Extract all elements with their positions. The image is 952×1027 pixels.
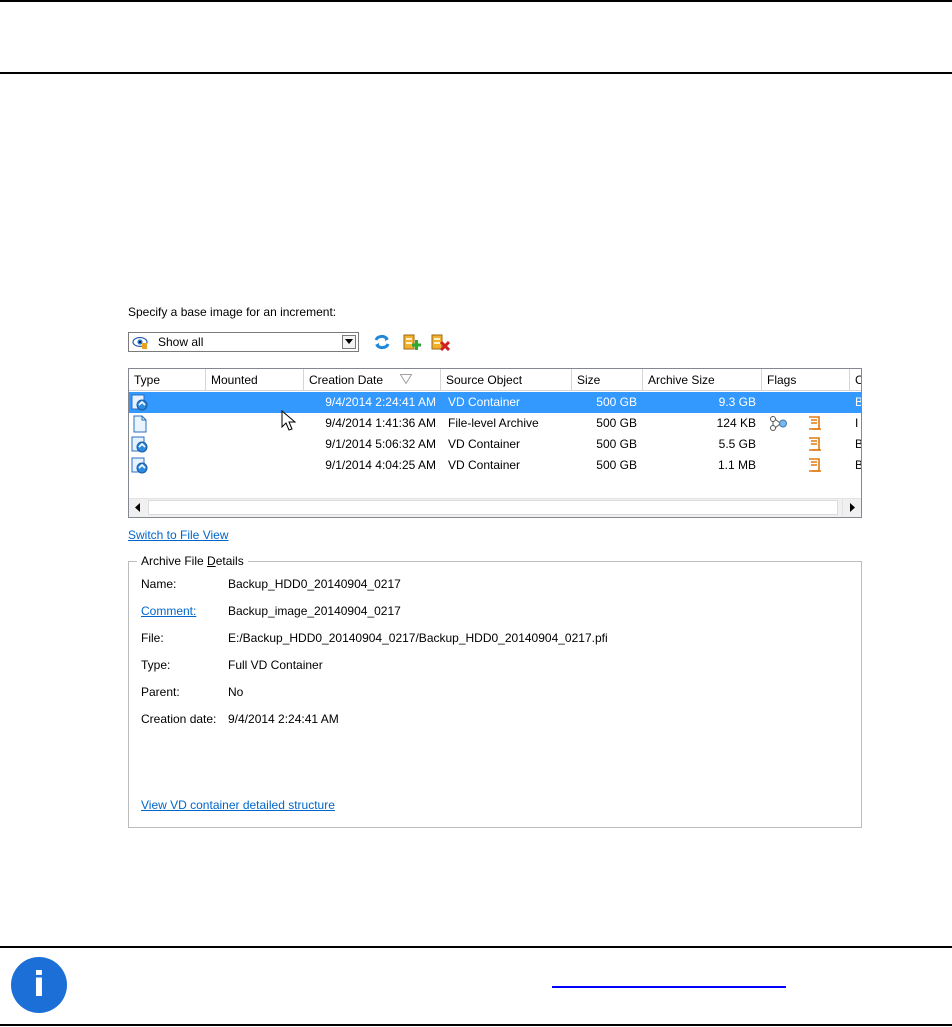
row-size: 500 GB [596,437,637,451]
filter-dropdown[interactable]: Show all [128,332,359,352]
horizontal-scrollbar[interactable] [129,498,861,517]
list-row[interactable]: 9/4/2014 1:41:36 AM File-level Archive 5… [129,413,861,434]
list-header: Type Mounted Creation Date Source Object… [129,369,861,391]
refresh-icon[interactable] [372,333,392,351]
comment-value: Backup_image_20140904_0217 [228,604,401,618]
column-header-size[interactable]: Size [572,369,643,390]
details-title-part: Archive File [141,554,208,568]
list-row[interactable]: 9/4/2014 2:24:41 AM VD Container 500 GB … [129,392,861,413]
row-size: 500 GB [596,395,637,409]
view-structure-link[interactable]: View VD container detailed structure [141,798,335,812]
network-icon [770,416,787,431]
header-rule [0,72,952,74]
column-header-flags[interactable]: Flags [762,369,850,390]
row-archive-size: 1.1 MB [717,458,756,472]
row-creation-date: 9/1/2014 5:06:32 AM [325,437,436,451]
footer-rule-top [0,946,952,948]
file-label: File: [141,631,164,645]
name-label: Name: [141,577,177,591]
row-c: B [855,455,861,476]
row-c: B [855,392,861,413]
row-source-object: VD Container [448,437,521,451]
row-size: 500 GB [596,416,637,430]
column-header-creation-date[interactable]: Creation Date [304,369,441,390]
row-archive-size: 124 KB [716,416,756,430]
scroll-right-button[interactable] [842,499,861,516]
details-title-accelerator: D [207,554,216,568]
mouse-cursor-icon [281,410,297,431]
creation-date-value: 9/4/2014 2:24:41 AM [228,712,339,726]
parent-value: No [228,685,244,699]
row-source-object: File-level Archive [448,416,539,430]
column-header-type[interactable]: Type [129,369,206,390]
filter-selected-value: Show all [158,335,204,349]
name-value: Backup_HDD0_20140904_0217 [228,577,401,591]
chevron-right-icon [850,503,855,512]
scrollbar-thumb[interactable] [148,500,838,515]
row-mounted [209,455,304,476]
list-row[interactable]: 9/1/2014 5:06:32 AM VD Container 500 GB … [129,434,861,455]
details-group-title: Archive File Details [137,554,248,568]
file-value: E:/Backup_HDD0_20140904_0217/Backup_HDD0… [228,631,608,645]
archive-list[interactable]: Type Mounted Creation Date Source Object… [128,368,862,518]
dropdown-arrow-button[interactable] [342,335,356,349]
chevron-left-icon [135,503,140,512]
chevron-down-icon [345,339,353,344]
footer-rule-bottom [0,1024,952,1026]
details-title-part: etails [215,554,244,568]
scroll-icon [809,458,821,472]
filter-eye-icon [132,336,148,349]
add-archive-icon[interactable] [402,333,422,351]
row-creation-date: 9/1/2014 4:04:25 AM [325,458,436,472]
row-c: B [855,434,861,455]
base-image-prompt: Specify a base image for an increment: [128,305,337,319]
column-header-c[interactable]: C [850,369,861,390]
row-creation-date: 9/4/2014 1:41:36 AM [325,416,436,430]
row-archive-size: 9.3 GB [718,395,756,409]
vd-container-icon [131,436,148,453]
vd-container-icon [131,457,148,474]
column-header-creation-date-label: Creation Date [309,373,384,387]
scroll-left-button[interactable] [129,499,147,516]
sort-descending-icon [400,374,412,384]
row-size: 500 GB [596,458,637,472]
archive-file-details-group: Archive File Details Name: Backup_HDD0_2… [128,554,862,828]
type-label: Type: [141,658,171,672]
row-source-object: VD Container [448,458,521,472]
parent-label: Parent: [141,685,180,699]
file-archive-icon [133,415,147,433]
note-link-underline[interactable] [552,986,786,988]
info-glyph: i [33,965,45,1005]
row-creation-date: 9/4/2014 2:24:41 AM [325,395,436,409]
column-header-source-object[interactable]: Source Object [441,369,572,390]
switch-to-file-view-link[interactable]: Switch to File View [128,528,228,542]
type-value: Full VD Container [228,658,323,672]
info-icon: i [11,957,67,1013]
column-header-archive-size[interactable]: Archive Size [643,369,762,390]
row-c: I [855,416,859,430]
scroll-icon [809,416,821,430]
creation-date-label: Creation date: [141,712,217,726]
list-row[interactable]: 9/1/2014 4:04:25 AM VD Container 500 GB … [129,455,861,476]
column-header-mounted[interactable]: Mounted [206,369,304,390]
vd-container-icon [131,394,148,411]
delete-archive-icon[interactable] [430,333,450,351]
top-border [0,0,952,2]
row-mounted [209,434,304,455]
comment-link[interactable]: Comment: [141,604,196,618]
row-archive-size: 5.5 GB [718,437,756,451]
scroll-icon [809,437,821,451]
row-source-object: VD Container [448,395,521,409]
